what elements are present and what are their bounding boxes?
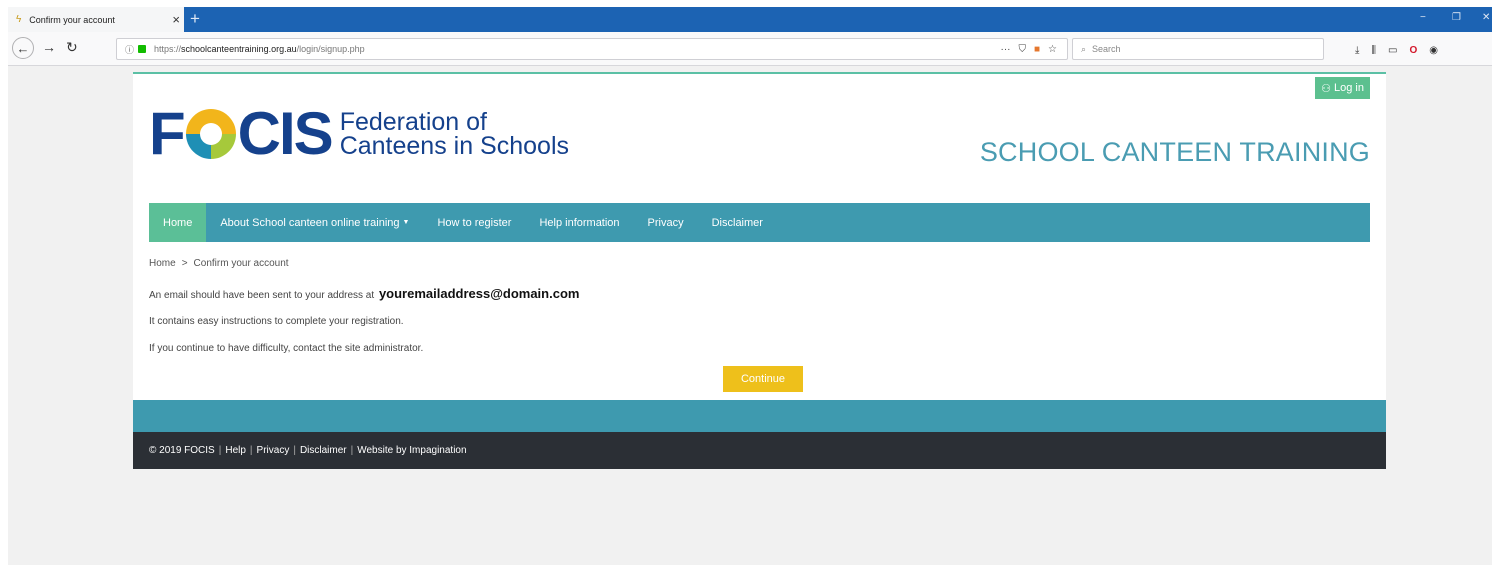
nav-how-to-register[interactable]: How to register — [423, 203, 525, 242]
footer-band — [133, 400, 1386, 432]
browser-toolbar: ← → ↻ ⓘ https://schoolcanteentraining.or… — [8, 32, 1492, 66]
footer: © 2019 FOCIS | Help | Privacy | Disclaim… — [133, 432, 1386, 469]
favicon-icon: ϟ — [16, 14, 22, 25]
new-tab-button[interactable]: + — [190, 9, 200, 29]
account-icon[interactable]: ◉ — [1429, 45, 1438, 56]
reader-mode-icon[interactable]: ■ — [1034, 44, 1040, 55]
caret-down-icon: ▼ — [402, 219, 410, 226]
logo-mark: F CIS — [149, 100, 334, 167]
sidebar-icon[interactable]: ▭ — [1388, 45, 1397, 56]
tab-bar: ϟ Confirm your account × + − ❐ ✕ — [8, 7, 1492, 32]
bookmark-star-icon[interactable]: ☆ — [1048, 44, 1057, 55]
forward-button[interactable]: → — [42, 39, 56, 55]
logo-text: Federation of Canteens in Schools — [339, 107, 569, 160]
info-icon[interactable]: ⓘ — [125, 43, 134, 56]
footer-privacy-link[interactable]: Privacy — [257, 445, 290, 456]
main-nav: Home About School canteen online trainin… — [149, 203, 1370, 242]
nav-help-information[interactable]: Help information — [525, 203, 633, 242]
search-input[interactable]: ⌕ Search — [1072, 38, 1324, 60]
minimize-button[interactable]: − — [1420, 12, 1426, 23]
footer-copyright: © 2019 FOCIS — [149, 445, 215, 456]
tab-close-icon[interactable]: × — [172, 12, 180, 27]
nav-home[interactable]: Home — [149, 203, 207, 242]
focis-logo[interactable]: F CIS Federation of Canteens in Schools — [149, 104, 569, 164]
reload-button[interactable]: ↻ — [66, 39, 78, 56]
continue-button[interactable]: Continue — [723, 366, 803, 392]
nav-disclaimer[interactable]: Disclaimer — [698, 203, 777, 242]
library-icon[interactable]: ⫼ — [1371, 45, 1376, 56]
email-sent-message: An email should have been sent to your a… — [149, 286, 580, 301]
breadcrumb: Home > Confirm your account — [149, 258, 289, 269]
page-content: ⚇ Log in F CIS Federation of Canteens in… — [133, 72, 1386, 407]
email-address: youremailaddress@domain.com — [378, 286, 580, 301]
logo-globe-icon — [185, 109, 236, 159]
tab-title: Confirm your account — [29, 14, 115, 25]
lock-icon — [138, 45, 147, 53]
opera-icon[interactable]: O — [1409, 45, 1417, 56]
user-icon: ⚇ — [1321, 82, 1332, 95]
breadcrumb-separator: > — [181, 258, 188, 269]
downloads-icon[interactable]: ⤓ — [1355, 45, 1359, 56]
browser-tab[interactable]: ϟ Confirm your account × — [8, 7, 184, 32]
back-button[interactable]: ← — [12, 37, 34, 59]
page-actions-icon[interactable]: ··· — [1000, 44, 1010, 55]
search-icon: ⌕ — [1081, 43, 1087, 54]
difficulty-message: If you continue to have difficulty, cont… — [149, 343, 424, 354]
site-title: SCHOOL CANTEEN TRAINING — [979, 137, 1370, 167]
footer-disclaimer-link[interactable]: Disclaimer — [300, 445, 347, 456]
instructions-message: It contains easy instructions to complet… — [149, 316, 404, 327]
browser-window: ϟ Confirm your account × + − ❐ ✕ ← → ↻ ⓘ… — [8, 7, 1492, 565]
breadcrumb-home[interactable]: Home — [149, 258, 176, 269]
restore-button[interactable]: ❐ — [1452, 12, 1461, 23]
login-button[interactable]: ⚇ Log in — [1315, 77, 1370, 99]
url-text: https://schoolcanteentraining.org.au/log… — [154, 44, 365, 54]
pocket-icon[interactable]: ⛉ — [1018, 44, 1026, 55]
breadcrumb-current: Confirm your account — [193, 258, 289, 269]
nav-about[interactable]: About School canteen online training ▼ — [206, 203, 423, 242]
search-placeholder: Search — [1092, 44, 1121, 54]
footer-help-link[interactable]: Help — [225, 445, 246, 456]
address-bar[interactable]: ⓘ https://schoolcanteentraining.org.au/l… — [116, 38, 1068, 60]
window-close-button[interactable]: ✕ — [1482, 12, 1490, 23]
footer-website-by-link[interactable]: Website by Impagination — [357, 445, 466, 456]
nav-privacy[interactable]: Privacy — [634, 203, 698, 242]
login-label: Log in — [1334, 82, 1364, 94]
